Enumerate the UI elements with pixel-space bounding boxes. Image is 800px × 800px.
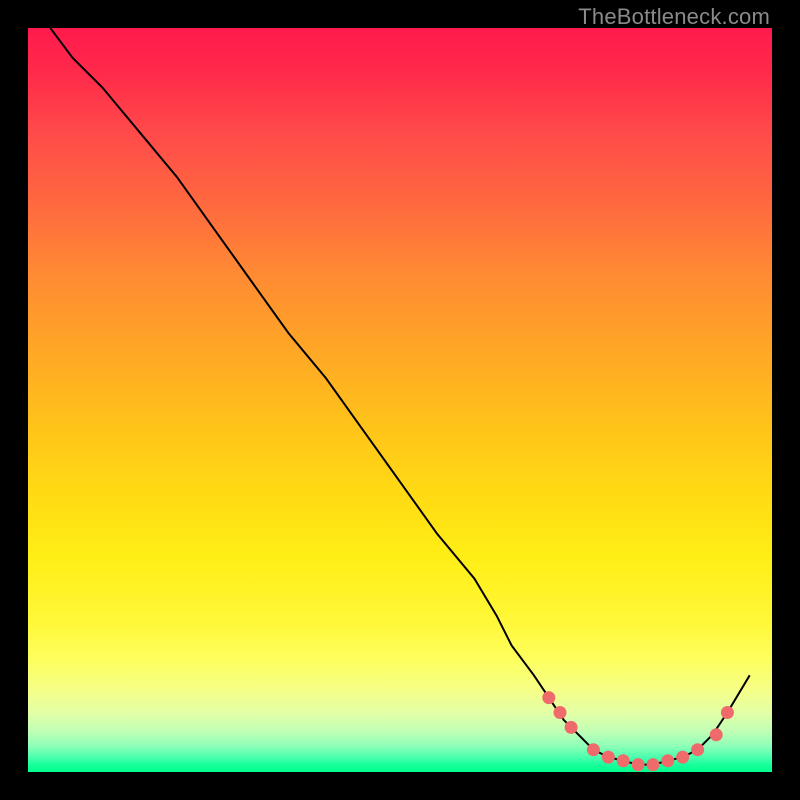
highlight-dot — [647, 758, 660, 771]
watermark-text: TheBottleneck.com — [578, 4, 770, 30]
highlight-dot — [565, 721, 578, 734]
highlight-dot — [587, 743, 600, 756]
highlight-dot — [554, 706, 567, 719]
highlight-dot — [542, 691, 555, 704]
highlight-dots-group — [542, 691, 734, 771]
highlight-dot — [710, 728, 723, 741]
highlight-dot — [661, 754, 674, 767]
outer-frame: TheBottleneck.com — [0, 0, 800, 800]
plot-area — [28, 28, 772, 772]
highlight-dot — [632, 758, 645, 771]
bottleneck-curve — [50, 28, 749, 765]
highlight-dot — [721, 706, 734, 719]
highlight-dot — [602, 751, 615, 764]
chart-svg — [28, 28, 772, 772]
highlight-dot — [691, 743, 704, 756]
highlight-dot — [617, 754, 630, 767]
highlight-dot — [676, 751, 689, 764]
